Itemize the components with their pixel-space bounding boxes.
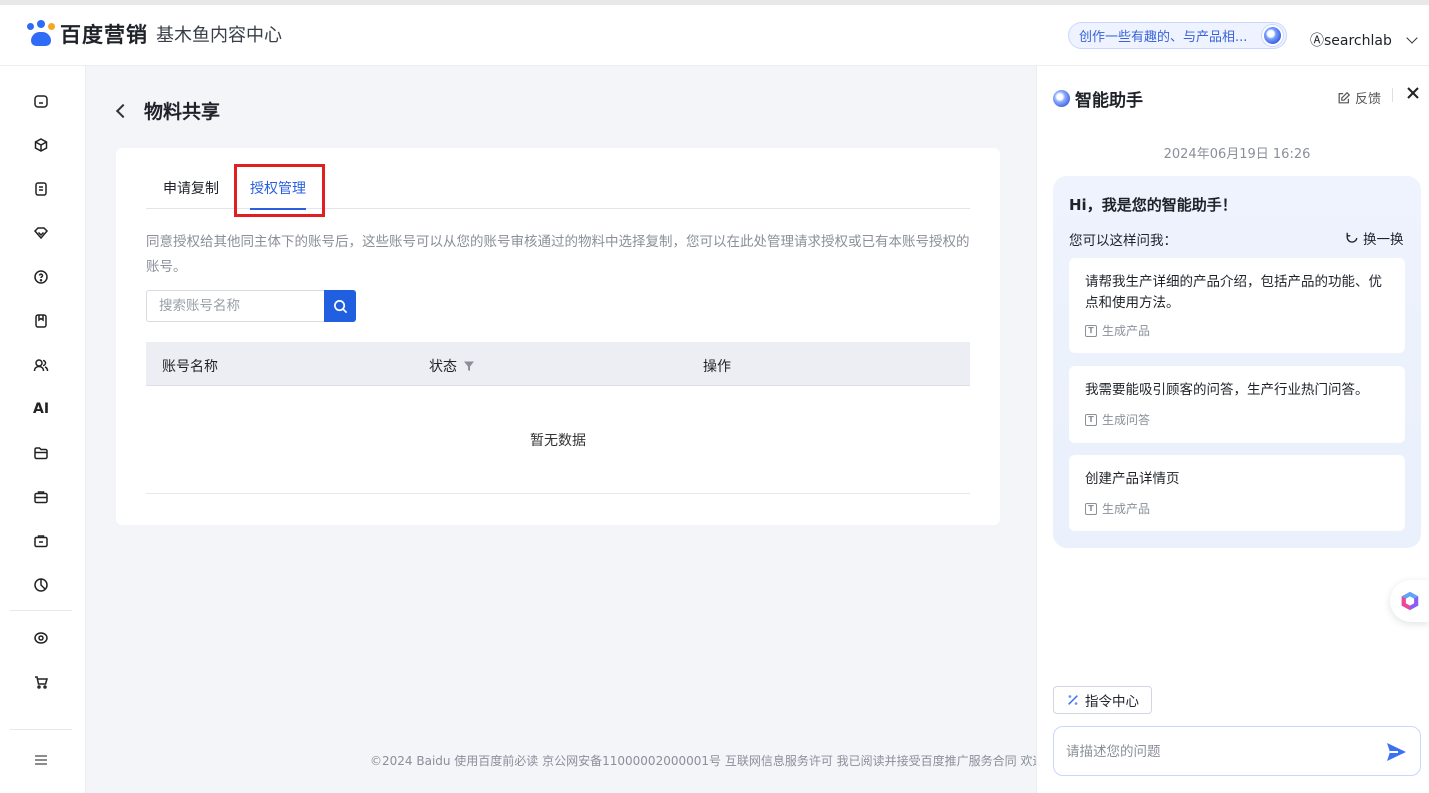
assistant-header: 智能助手 <box>1053 86 1143 111</box>
highlight-box <box>234 164 325 217</box>
text-type-icon: T <box>1085 413 1097 426</box>
menu-icon[interactable] <box>33 752 49 768</box>
ask-label: 您可以这样问我： <box>1069 233 1177 249</box>
chat-input-box <box>1053 726 1421 776</box>
suggestion-card[interactable]: 请帮我生产详细的产品介绍，包括产品的功能、优点和使用方法。 T 生成产品 <box>1069 258 1405 353</box>
account-search <box>146 290 356 322</box>
footer-text: ©2024 Baidu 使用百度前必读 京公网安备11000002000001号… <box>370 754 1036 768</box>
assistant-orb-icon <box>1053 90 1070 107</box>
chat-input[interactable] <box>1066 741 1366 763</box>
page-header: 物料共享 <box>114 97 220 124</box>
chart-pie-icon[interactable] <box>33 577 49 593</box>
refresh-label: 换一换 <box>1363 232 1404 248</box>
refresh-button[interactable]: 换一换 <box>1345 228 1404 248</box>
text-type-icon: T <box>1085 502 1097 515</box>
welcome-card: Hi，我是您的智能助手！ 您可以这样问我： 换一换 请帮我生产详细的产品介绍，包… <box>1053 176 1421 548</box>
toolbox-icon[interactable] <box>33 533 49 549</box>
suggestion-text: 请帮我生产详细的产品介绍，包括产品的功能、优点和使用方法。 <box>1085 274 1382 311</box>
ai-icon[interactable]: AI <box>33 401 49 417</box>
suggestion-text: 创建产品详情页 <box>1085 471 1180 487</box>
suggestion-text: 我需要能吸引顾客的问答，生产行业热门问答。 <box>1085 382 1369 398</box>
feedback-button[interactable]: 反馈 <box>1337 88 1381 107</box>
page-title: 物料共享 <box>144 101 221 123</box>
assistant-panel: 智能助手 反馈 2024年06月19日 16:26 Hi，我是您的智能助手！ 您… <box>1036 66 1429 793</box>
edit-icon <box>1338 91 1351 103</box>
assistant-title: 智能助手 <box>1075 91 1143 111</box>
briefcase-icon[interactable] <box>33 489 49 505</box>
floating-assistant-button[interactable] <box>1390 580 1429 622</box>
home-icon[interactable] <box>33 93 49 109</box>
filter-icon[interactable] <box>463 360 475 372</box>
feedback-label: 反馈 <box>1355 92 1382 107</box>
chat-timestamp: 2024年06月19日 16:26 <box>1163 147 1311 162</box>
column-account-name: 账号名称 <box>162 359 218 375</box>
content-card: 申请复制 授权管理 同意授权给其他同主体下的账号后，这些账号可以从您的账号审核通… <box>116 148 1000 525</box>
eye-icon[interactable] <box>33 630 49 646</box>
command-center-button[interactable]: 指令中心 <box>1053 686 1152 714</box>
sidebar-divider <box>10 610 72 611</box>
back-arrow-icon[interactable] <box>115 103 131 118</box>
bookmark-icon[interactable] <box>33 313 49 329</box>
sidebar-nav: AI <box>0 66 86 793</box>
table-empty-state: 暂无数据 <box>146 386 970 494</box>
document-icon[interactable] <box>33 181 49 197</box>
magic-wand-icon <box>1068 695 1078 705</box>
header-separator <box>1392 88 1393 102</box>
assistant-cube-icon <box>1401 591 1418 611</box>
command-center-label: 指令中心 <box>1085 694 1139 710</box>
column-status: 状态 <box>429 356 475 376</box>
cube-icon[interactable] <box>33 137 49 153</box>
empty-text: 暂无数据 <box>530 432 586 449</box>
ai-prompt-pill[interactable]: 创作一些有趣的、与产品相... <box>1068 22 1287 49</box>
user-menu[interactable]: Ⓐsearchlab <box>1310 30 1418 50</box>
suggestion-tag: T 生成产品 <box>1085 500 1150 517</box>
folder-icon[interactable] <box>33 445 49 461</box>
text-type-icon: T <box>1085 324 1097 337</box>
ai-orb-icon <box>1262 25 1283 46</box>
search-button[interactable] <box>324 290 356 322</box>
search-icon <box>333 299 347 313</box>
top-header: 百度营销 基木鱼内容中心 创作一些有趣的、与产品相... Ⓐsearchlab <box>0 0 1429 66</box>
baidu-logo-icon <box>26 20 56 48</box>
chevron-down-icon <box>1406 32 1418 44</box>
tab-apply-copy[interactable]: 申请复制 <box>163 178 219 208</box>
description-text: 同意授权给其他同主体下的账号后，这些账号可以从您的账号审核通过的物料中选择复制，… <box>146 234 970 275</box>
user-name: Ⓐsearchlab <box>1310 33 1392 49</box>
ai-prompt-text: 创作一些有趣的、与产品相... <box>1079 30 1248 45</box>
brand-name: 百度营销 <box>60 23 148 47</box>
suggestion-card[interactable]: 我需要能吸引顾客的问答，生产行业热门问答。 T 生成问答 <box>1069 366 1405 443</box>
question-icon[interactable] <box>33 269 49 285</box>
sidebar-divider <box>10 729 72 730</box>
suggestion-card[interactable]: 创建产品详情页 T 生成产品 <box>1069 455 1405 531</box>
users-icon[interactable] <box>33 357 49 373</box>
diamond-icon[interactable] <box>33 225 49 241</box>
refresh-icon <box>1346 232 1358 243</box>
close-icon[interactable] <box>1406 86 1420 100</box>
send-icon[interactable] <box>1384 740 1408 764</box>
product-name: 基木鱼内容中心 <box>156 25 282 46</box>
greeting: Hi，我是您的智能助手！ <box>1069 196 1237 214</box>
search-input[interactable] <box>146 290 324 322</box>
baidu-marketing-logo[interactable]: 百度营销 基木鱼内容中心 <box>26 19 282 49</box>
table-header: 账号名称 状态 操作 <box>146 342 970 386</box>
suggestion-tag: T 生成问答 <box>1085 411 1150 428</box>
column-actions: 操作 <box>703 359 731 375</box>
cart-icon[interactable] <box>33 674 49 690</box>
suggestion-tag: T 生成产品 <box>1085 322 1150 339</box>
